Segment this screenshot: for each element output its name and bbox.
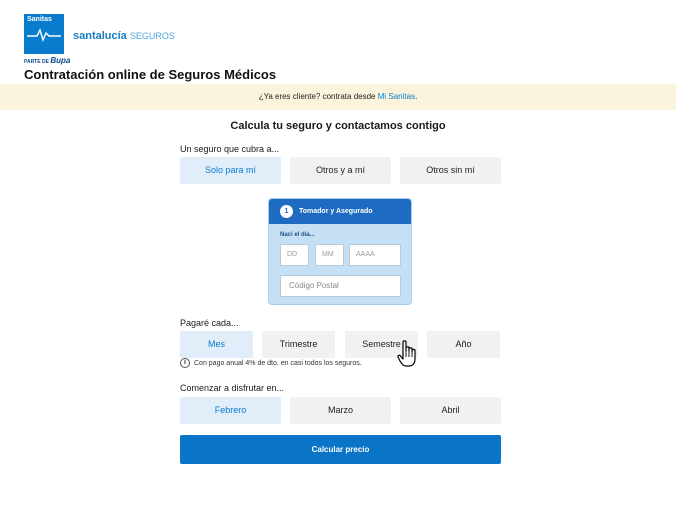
payment-option-ano[interactable]: Año xyxy=(427,331,500,358)
santalucia-logo: santalucía SEGUROS xyxy=(73,30,175,42)
payment-option-mes[interactable]: Mes xyxy=(180,331,253,358)
tomador-card: 1 Tomador y Asegurado Nací el día... DD … xyxy=(268,198,412,305)
payment-label: Pagaré cada... xyxy=(180,318,239,328)
banner-suffix: . xyxy=(415,92,418,101)
coverage-label: Un seguro que cubra a... xyxy=(180,144,280,154)
postal-code-input[interactable]: Código Postal xyxy=(280,275,401,297)
birth-day-input[interactable]: DD xyxy=(280,244,309,266)
birth-year-input[interactable]: AAAA xyxy=(349,244,401,266)
bupa-logo-text: Bupa xyxy=(50,56,71,65)
start-option-abril[interactable]: Abril xyxy=(400,397,501,424)
card-header: 1 Tomador y Asegurado xyxy=(269,199,411,224)
start-option-marzo[interactable]: Marzo xyxy=(290,397,391,424)
birth-label: Nací el día... xyxy=(280,232,315,238)
info-text: Con pago anual 4% de dto. en casi todos … xyxy=(194,359,362,367)
step-number-badge: 1 xyxy=(280,205,293,218)
card-title: Tomador y Asegurado xyxy=(299,208,373,215)
start-label: Comenzar a disfrutar en... xyxy=(180,383,285,393)
sanitas-logo-text: Sanitas xyxy=(27,16,52,23)
heartbeat-icon xyxy=(27,28,61,42)
coverage-option-otros-sin-mi[interactable]: Otros sin mí xyxy=(400,157,501,184)
partner-prefix: PARTE DE xyxy=(24,59,49,65)
birth-month-input[interactable]: MM xyxy=(315,244,344,266)
form-title: Calcula tu seguro y contactamos contigo xyxy=(230,120,446,132)
payment-option-trimestre[interactable]: Trimestre xyxy=(262,331,335,358)
info-icon: i xyxy=(180,358,190,368)
coverage-option-otros-y-mi[interactable]: Otros y a mí xyxy=(290,157,391,184)
page-title: Contratación online de Seguros Médicos xyxy=(24,67,277,82)
coverage-option-solo[interactable]: Solo para mí xyxy=(180,157,281,184)
logo: Sanitas PARTE DE Bupa santalucía SEGUROS xyxy=(24,14,179,66)
calculate-price-button[interactable]: Calcular precio xyxy=(180,435,501,464)
client-banner: ¿Ya eres cliente? contrata desde Mi Sani… xyxy=(0,84,676,110)
banner-text: ¿Ya eres cliente? contrata desde xyxy=(258,92,378,101)
start-option-febrero[interactable]: Febrero xyxy=(180,397,281,424)
mi-sanitas-link[interactable]: Mi Sanitas xyxy=(378,92,415,101)
bupa-partner: PARTE DE Bupa xyxy=(24,56,70,65)
sanitas-logo: Sanitas xyxy=(24,14,64,54)
hand-cursor-icon xyxy=(397,340,416,367)
santalucia-text: santalucía xyxy=(73,30,127,42)
seguros-text: SEGUROS xyxy=(129,31,175,41)
annual-discount-info: i Con pago anual 4% de dto. en casi todos… xyxy=(180,358,362,368)
